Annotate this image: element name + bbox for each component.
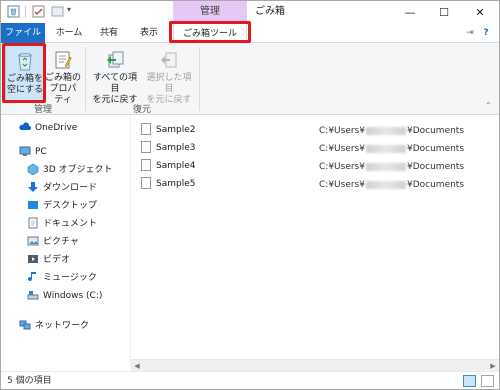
recycle-bin-properties-button[interactable]: ごみ箱の プロパティ (45, 45, 82, 105)
tab-home[interactable]: ホーム (53, 23, 85, 43)
nav-label: デスクトップ (43, 201, 98, 211)
file-name: Sample3 (156, 143, 196, 153)
nav-label: Windows (C:) (43, 291, 103, 301)
nav-item-network[interactable]: ネットワーク (19, 317, 89, 335)
nav-label: ドキュメント (43, 219, 98, 229)
ribbon-panel: ごみ箱を 空にする ごみ箱の プロパティ すべての項目 を元に戻す 選択した項目… (1, 43, 499, 115)
network-icon (19, 320, 31, 329)
horizontal-scrollbar[interactable]: ◀ ▶ (131, 359, 499, 371)
navigation-pane: OneDrive PC 3D オブジェクト ダウンロード デスクトップ ドキュメ… (1, 115, 131, 369)
item-count: 5 個の項目 (7, 376, 52, 386)
recycle-bin-small-icon (7, 5, 20, 18)
pc-icon (19, 146, 31, 156)
file-list: Sample2 C:¥Users¥ ¥Documents Sample3 C:¥U… (131, 115, 499, 359)
restore-all-icon (107, 51, 124, 68)
pin-ribbon-icon[interactable]: ⇥ (463, 23, 477, 43)
new-folder-quick-icon[interactable] (51, 5, 64, 18)
context-tab-header: 管理 (173, 1, 247, 23)
restore-selected-label-1: 選択した項目 (146, 73, 192, 94)
empty-recycle-bin-icon (18, 53, 32, 71)
original-location: C:¥Users¥ ¥Documents (319, 180, 465, 190)
help-icon[interactable]: ? (479, 23, 493, 43)
list-item[interactable]: Sample3 (141, 139, 195, 157)
properties-quick-icon[interactable] (32, 5, 45, 18)
file-icon (141, 122, 151, 135)
empty-recycle-bin-label-1: ごみ箱を (6, 74, 43, 84)
nav-item-onedrive[interactable]: OneDrive (19, 119, 77, 137)
nav-item-documents[interactable]: ドキュメント (27, 215, 97, 233)
nav-label: OneDrive (35, 123, 78, 133)
nav-label: ビデオ (43, 255, 71, 265)
properties-icon (55, 51, 72, 69)
nav-item-3d-objects[interactable]: 3D オブジェクト (27, 161, 113, 179)
list-item[interactable]: Sample5 (141, 175, 195, 193)
list-item[interactable]: Sample4 (141, 157, 195, 175)
nav-item-music[interactable]: ミュージック (27, 269, 97, 287)
restore-all-button[interactable]: すべての項目 を元に戻す (89, 45, 141, 105)
videos-icon (28, 254, 38, 263)
nav-label: ネットワーク (35, 321, 90, 331)
original-location: C:¥Users¥ ¥Documents (319, 144, 465, 154)
minimize-button[interactable]: — (393, 1, 427, 23)
file-name: Sample2 (156, 125, 196, 135)
nav-label: ピクチャ (43, 237, 79, 247)
explorer-window: ▾ 管理 ごみ箱 — ☐ ✕ ファイル ホーム 共有 表示 ごみ箱ツール ⇥ ?… (0, 0, 500, 390)
close-button[interactable]: ✕ (463, 1, 497, 23)
nav-item-desktop[interactable]: デスクトップ (27, 197, 97, 215)
quick-access-separator (25, 6, 26, 18)
empty-recycle-bin-label-2: 空にする (6, 85, 44, 95)
large-icons-view-icon[interactable] (481, 375, 494, 387)
group-separator (85, 47, 86, 111)
file-icon (141, 140, 151, 153)
file-name: Sample5 (156, 179, 196, 189)
group-label-manage: 管理 (33, 105, 52, 115)
maximize-button[interactable]: ☐ (427, 1, 461, 23)
desktop-icon (28, 200, 38, 209)
ribbon-tab-row: ファイル ホーム 共有 表示 ごみ箱ツール ⇥ ? (1, 23, 499, 43)
tab-share[interactable]: 共有 (97, 23, 121, 43)
title-bar: ▾ 管理 ごみ箱 — ☐ ✕ (1, 1, 499, 23)
pictures-icon (27, 236, 39, 245)
tab-file[interactable]: ファイル (1, 23, 45, 43)
nav-item-windows-drive[interactable]: Windows (C:) (27, 287, 102, 305)
window-title: ごみ箱 (255, 6, 285, 17)
group-separator-end (199, 47, 200, 111)
3d-objects-icon (27, 163, 39, 175)
file-name: Sample4 (156, 161, 196, 171)
documents-icon (28, 217, 38, 228)
restore-all-label-1: すべての項目 (92, 73, 137, 94)
tab-view[interactable]: 表示 (135, 23, 163, 43)
original-location: C:¥Users¥ ¥Documents (319, 126, 465, 136)
nav-item-videos[interactable]: ビデオ (27, 251, 70, 269)
empty-recycle-bin-button[interactable]: ごみ箱を 空にする (5, 45, 45, 101)
details-view-icon[interactable] (463, 375, 476, 387)
customize-qat-icon[interactable]: ▾ (67, 5, 71, 14)
status-bar: 5 個の項目 (1, 371, 499, 389)
list-item[interactable]: Sample2 (141, 121, 195, 139)
nav-label: PC (35, 147, 47, 157)
nav-label: ダウンロード (43, 183, 98, 193)
restore-selected-icon (161, 52, 177, 68)
nav-item-pictures[interactable]: ピクチャ (27, 233, 79, 251)
music-icon (28, 271, 36, 281)
file-icon (141, 176, 151, 189)
group-label-restore: 復元 (132, 105, 151, 115)
properties-label-1: ごみ箱の (45, 73, 82, 83)
original-location: C:¥Users¥ ¥Documents (319, 162, 465, 172)
tab-recycle-bin-tools[interactable]: ごみ箱ツール (173, 23, 247, 43)
nav-item-downloads[interactable]: ダウンロード (27, 179, 97, 197)
collapse-ribbon-icon[interactable]: ⌃ (485, 101, 492, 110)
nav-label: 3D オブジェクト (43, 165, 113, 175)
nav-label: ミュージック (43, 273, 97, 283)
file-icon (141, 158, 151, 171)
download-icon (28, 181, 38, 192)
nav-item-pc[interactable]: PC (19, 143, 47, 161)
restore-selected-button[interactable]: 選択した項目 を元に戻す (143, 45, 195, 105)
onedrive-icon (19, 121, 31, 130)
drive-icon (27, 290, 39, 299)
